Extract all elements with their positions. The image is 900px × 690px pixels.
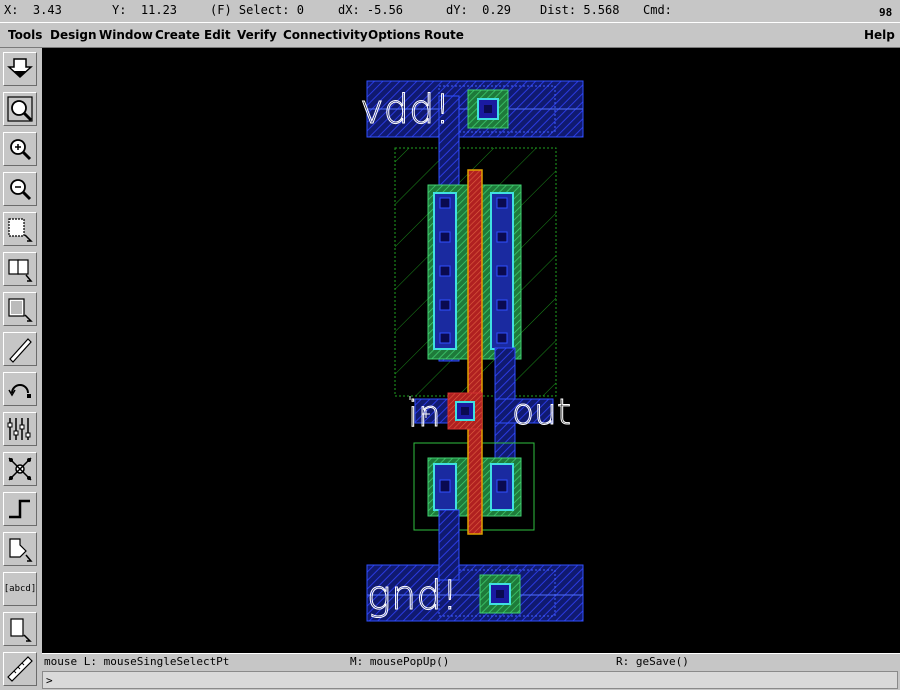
stretch-icon (8, 218, 33, 242)
undo-icon (8, 384, 31, 398)
label-vdd: vdd! (360, 87, 451, 133)
zoom-out-icon (10, 179, 32, 201)
cursor-y-readout: Y: 11.23 (112, 3, 178, 17)
wire-icon (9, 499, 30, 519)
menu-create[interactable]: Create (155, 28, 200, 42)
stretch-button[interactable] (3, 212, 37, 246)
path-button[interactable] (3, 332, 37, 366)
menu-tools[interactable]: Tools (8, 28, 42, 42)
label-button[interactable]: [abcd] (3, 572, 37, 606)
menu-options[interactable]: Options (368, 28, 421, 42)
hierarchy-button[interactable] (3, 452, 37, 486)
move-icon (8, 298, 33, 322)
mouse-binding-bar: mouse L: mouseSingleSelectPt M: mousePop… (42, 653, 900, 670)
delta-x-readout: dX: -5.56 (338, 3, 404, 17)
zoom-fit-icon (7, 96, 33, 122)
command-input[interactable]: > (42, 671, 898, 689)
mouse-left-binding: mouse L: mouseSingleSelectPt (44, 655, 230, 668)
label-in: in (408, 394, 441, 435)
property-button[interactable] (3, 412, 37, 446)
menu-verify[interactable]: Verify (237, 28, 277, 42)
delta-y-readout: dY: 0.29 (446, 3, 512, 17)
label-icon: [abcd] (3, 584, 37, 594)
cursor-x-readout: X: 3.43 (4, 3, 62, 17)
copy-icon (8, 259, 33, 282)
coordinate-status-bar: X: 3.43 Y: 11.23 (F) Select: 0 dX: -5.56… (0, 0, 900, 22)
select-button[interactable] (3, 612, 37, 646)
undo-button[interactable] (3, 372, 37, 406)
save-button[interactable] (3, 52, 37, 86)
zoom-in-button[interactable] (3, 132, 37, 166)
command-prompt: > (46, 674, 53, 687)
select-icon (10, 618, 32, 642)
copy-button[interactable] (3, 252, 37, 286)
label-gnd: gnd! (367, 573, 458, 619)
layout-canvas[interactable]: vdd! gnd! in out (42, 48, 900, 653)
polygon-icon (9, 538, 33, 562)
menu-design[interactable]: Design (50, 28, 97, 42)
path-icon (9, 338, 32, 363)
wire-button[interactable] (3, 492, 37, 526)
ruler-icon (7, 656, 33, 682)
property-icon (7, 418, 31, 440)
menu-bar: Tools Design Window Create Edit Verify C… (0, 22, 900, 48)
move-button[interactable] (3, 292, 37, 326)
inverter-layout: vdd! gnd! in out (360, 80, 584, 622)
mouse-middle-binding: M: mousePopUp() (350, 655, 450, 668)
mouse-right-binding: R: geSave() (616, 655, 689, 668)
label-out: out (512, 392, 571, 433)
select-count-readout: (F) Select: 0 (210, 3, 304, 17)
poly-gate (467, 169, 483, 535)
menu-window[interactable]: Window (99, 28, 153, 42)
command-readout: Cmd: (643, 3, 672, 17)
distance-readout: Dist: 5.568 (540, 3, 620, 17)
tool-palette: [abcd] (0, 48, 42, 690)
metal-gnd-strap (438, 509, 460, 581)
hierarchy-icon (8, 457, 32, 481)
menu-route[interactable]: Route (424, 28, 464, 42)
ruler-button[interactable] (3, 652, 37, 686)
window-number: 98 (879, 6, 893, 19)
save-icon (7, 58, 33, 79)
menu-help[interactable]: Help (864, 28, 895, 42)
zoom-in-icon (10, 139, 32, 161)
zoom-out-button[interactable] (3, 172, 37, 206)
menu-edit[interactable]: Edit (204, 28, 231, 42)
zoom-fit-button[interactable] (3, 92, 37, 126)
polygon-button[interactable] (3, 532, 37, 566)
menu-connectivity[interactable]: Connectivity (283, 28, 368, 42)
